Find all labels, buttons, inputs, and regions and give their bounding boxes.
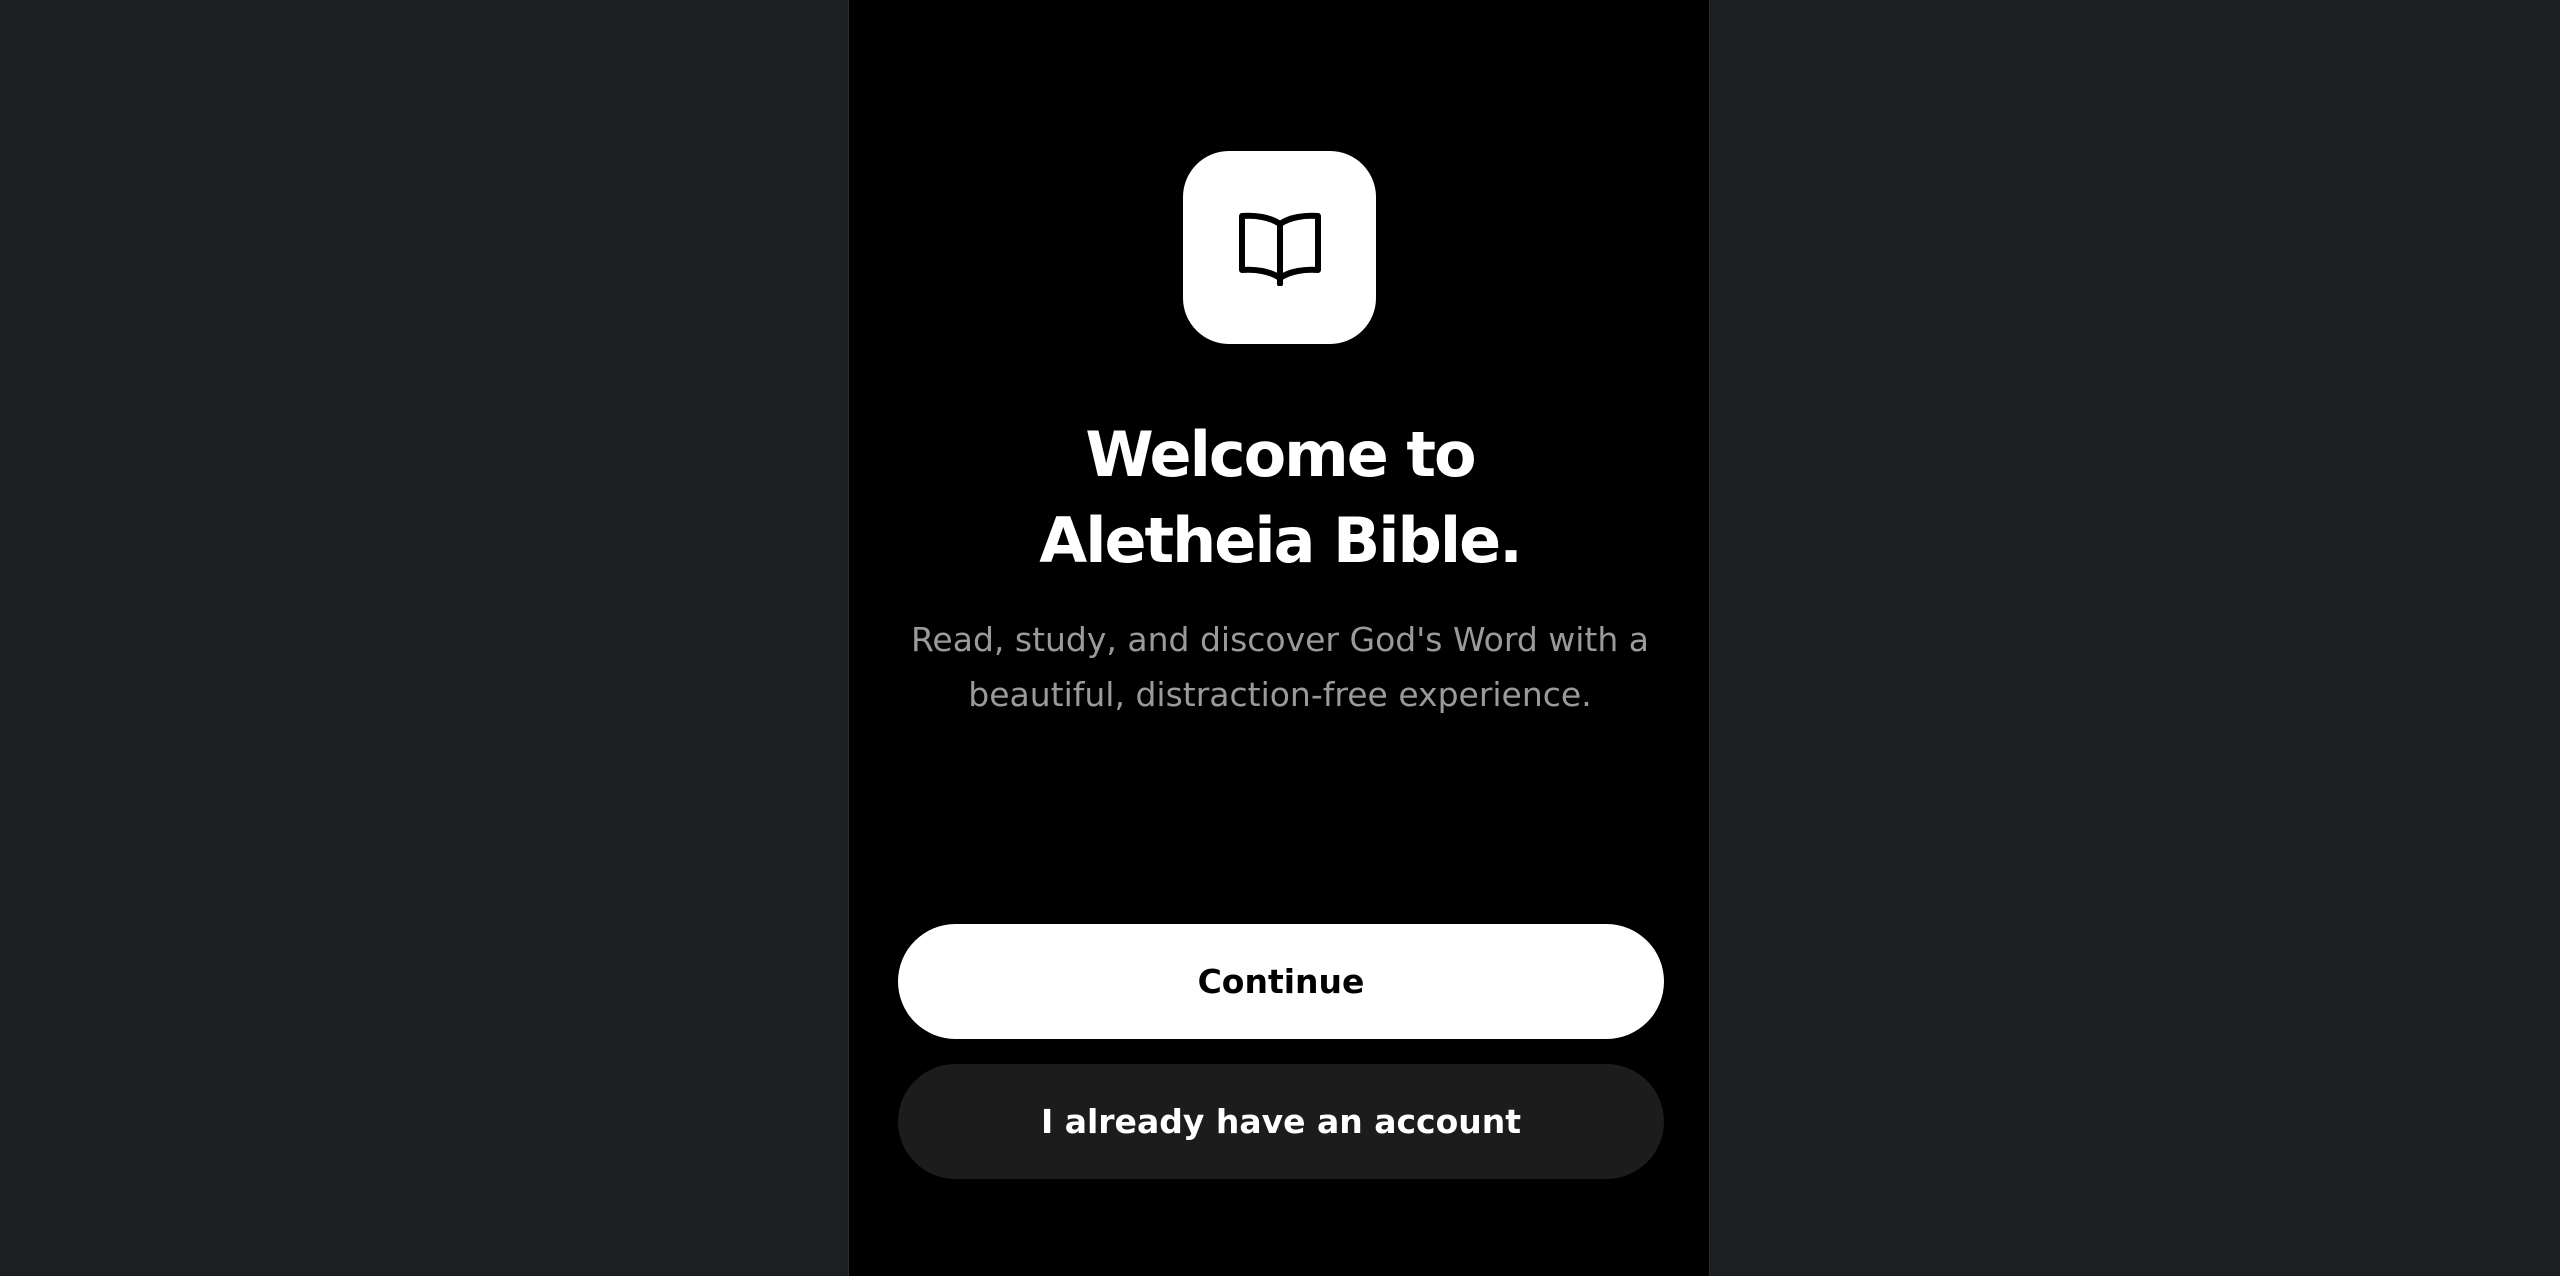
open-book-icon: [1238, 210, 1322, 286]
headline-line-1: Welcome to: [1085, 418, 1476, 491]
continue-button[interactable]: Continue: [898, 924, 1664, 1039]
welcome-screen: Welcome to Aletheia Bible. Read, study, …: [848, 0, 1710, 1276]
headline-line-2: Aletheia Bible.: [1039, 504, 1523, 577]
app-logo: [1183, 151, 1376, 344]
existing-account-button[interactable]: I already have an account: [898, 1064, 1664, 1179]
welcome-headline: Welcome to Aletheia Bible.: [849, 412, 1711, 584]
subtitle-line-2: beautiful, distraction-free experience.: [968, 675, 1592, 714]
welcome-subtitle: Read, study, and discover God's Word wit…: [909, 612, 1651, 722]
subtitle-line-1: Read, study, and discover God's Word wit…: [910, 620, 1649, 659]
